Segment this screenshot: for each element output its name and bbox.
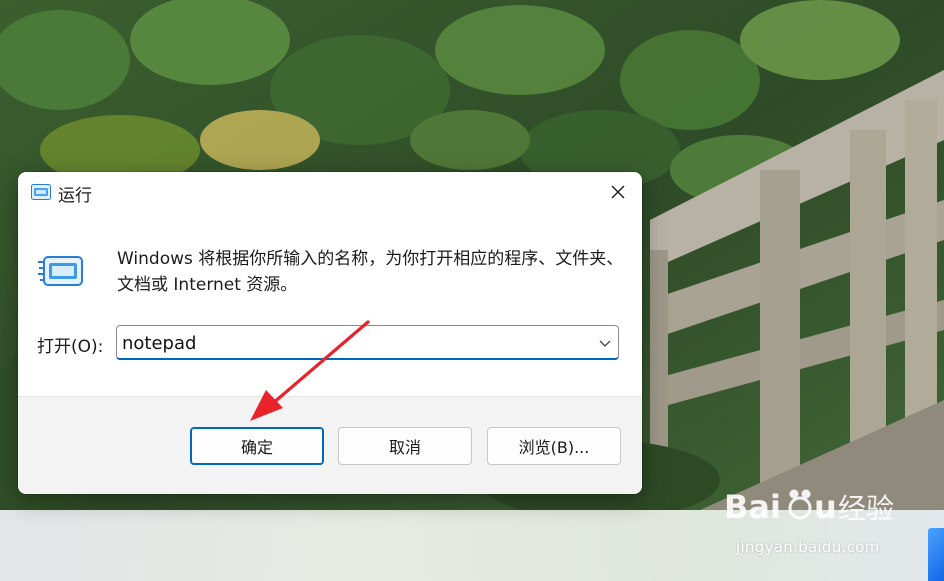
button-bar: 确定 取消 浏览(B)...: [18, 396, 642, 494]
svg-text:Bai: Bai: [724, 488, 781, 526]
watermark-url: jingyan.baidu.com: [736, 538, 880, 556]
open-label: 打开(O):: [37, 337, 104, 357]
chevron-down-icon[interactable]: [598, 336, 612, 350]
ok-button[interactable]: 确定: [190, 427, 324, 465]
close-icon: [611, 185, 625, 199]
baidu-jingyan-watermark: Bai u 经验: [724, 488, 894, 526]
close-button[interactable]: [594, 172, 642, 212]
run-dialog: 运行 Windows 将根据你所输入的名称，为你打开相应的程序、文件夹、文档或 …: [18, 172, 642, 494]
dialog-description: Windows 将根据你所输入的名称，为你打开相应的程序、文件夹、文档或 Int…: [117, 249, 624, 295]
cancel-button[interactable]: 取消: [338, 427, 472, 465]
svg-text:经验: 经验: [838, 492, 894, 525]
run-icon: [31, 184, 51, 200]
svg-text:u: u: [814, 488, 837, 526]
dialog-title: 运行: [58, 186, 92, 206]
run-program-icon: [38, 256, 83, 286]
open-input[interactable]: [122, 330, 582, 356]
title-bar[interactable]: 运行: [18, 172, 642, 214]
browse-button[interactable]: 浏览(B)...: [487, 427, 621, 465]
open-combobox[interactable]: [116, 325, 619, 360]
start-button[interactable]: [928, 528, 944, 581]
